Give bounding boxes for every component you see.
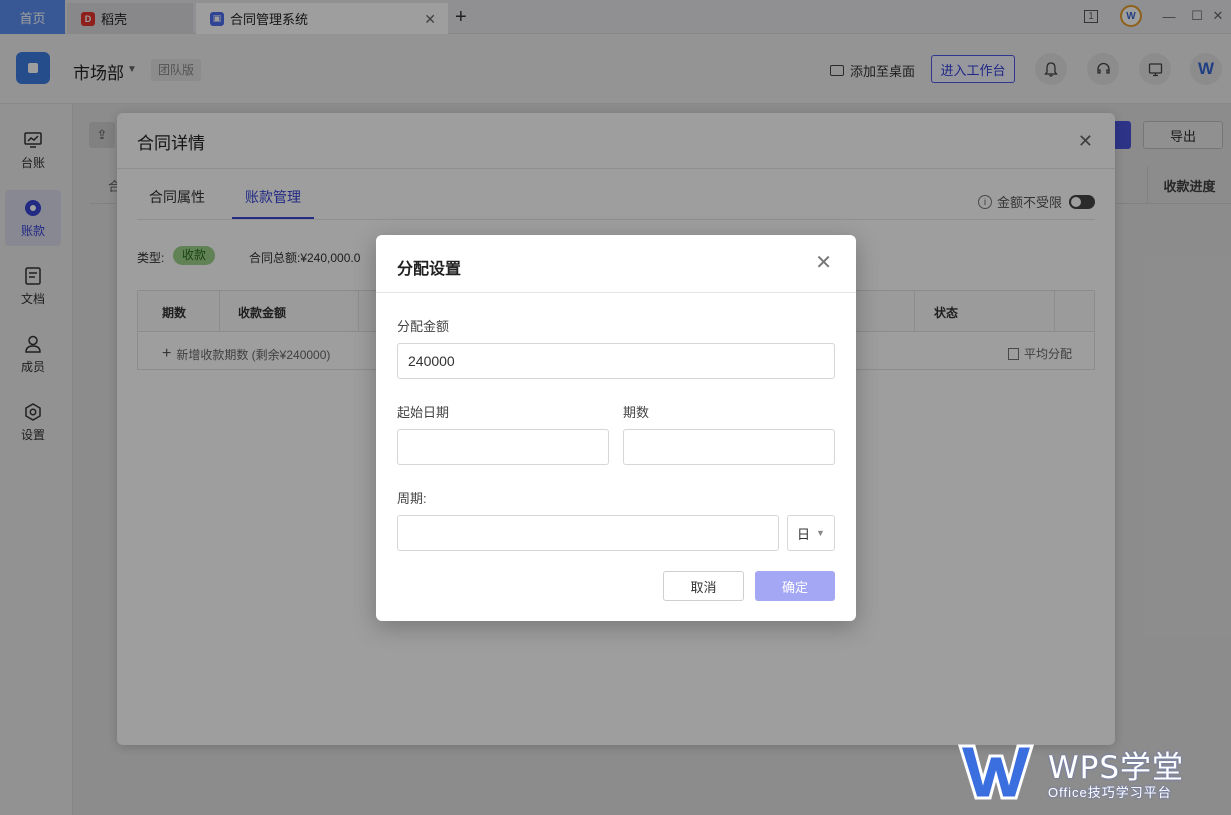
divider xyxy=(376,292,856,293)
start-date-input[interactable] xyxy=(397,429,609,465)
cycle-unit-select[interactable]: 日 ▼ xyxy=(787,515,835,551)
caret-down-icon: ▼ xyxy=(816,528,825,538)
confirm-button[interactable]: 确定 xyxy=(755,571,835,601)
periods-input[interactable] xyxy=(623,429,835,465)
wps-w-logo-icon xyxy=(957,744,1035,800)
start-date-label: 起始日期 xyxy=(397,405,450,420)
watermark-subtitle: Office技巧学习平台 xyxy=(1048,785,1172,800)
cancel-button[interactable]: 取消 xyxy=(663,571,744,601)
cycle-label: 周期: xyxy=(397,491,427,506)
close-icon[interactable]: ✕ xyxy=(815,253,832,273)
cycle-input[interactable] xyxy=(397,515,779,551)
wps-academy-watermark: WPS学堂 Office技巧学习平台 xyxy=(956,742,1226,802)
watermark-brand: WPS学堂 xyxy=(1048,750,1185,786)
allocation-settings-dialog: 分配设置 ✕ 分配金额 240000 起始日期 期数 周期: 日 ▼ 取消 确定 xyxy=(376,235,856,621)
amount-label: 分配金额 xyxy=(397,319,450,334)
amount-input[interactable]: 240000 xyxy=(397,343,835,379)
periods-label: 期数 xyxy=(623,405,650,420)
dialog-title: 分配设置 xyxy=(397,261,462,278)
cycle-unit-value: 日 xyxy=(797,526,811,542)
